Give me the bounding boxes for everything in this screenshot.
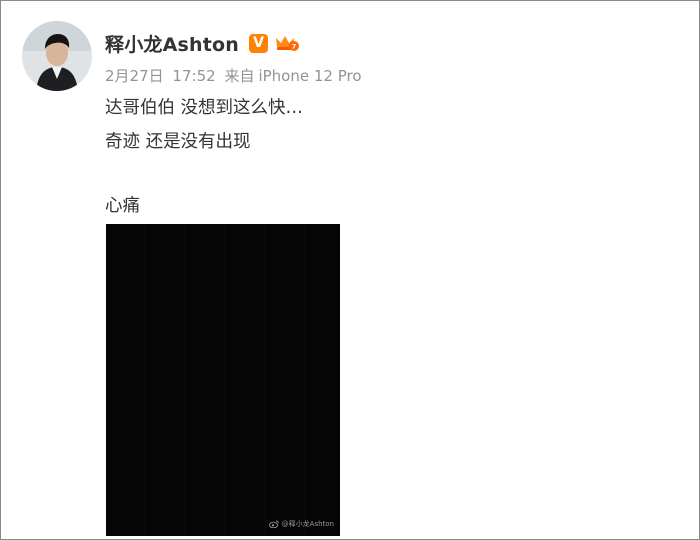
member-level-icon: 7 <box>274 34 300 52</box>
svg-text:7: 7 <box>292 43 297 51</box>
post-text: 达哥伯伯 没想到这么快… 奇迹 还是没有出现 心痛 <box>105 91 303 223</box>
watermark-text: @释小龙Ashton <box>281 520 334 528</box>
post-text-line: 达哥伯伯 没想到这么快… <box>105 98 304 118</box>
post-source-prefix: 来自 <box>224 67 255 85</box>
author-name[interactable]: 释小龙Ashton <box>105 30 239 57</box>
avatar-photo-icon <box>22 21 92 91</box>
post-time[interactable]: 17:52 <box>172 67 215 85</box>
image-texture <box>106 224 340 536</box>
post-text-line: 心痛 <box>105 196 140 216</box>
post-header: 释小龙Ashton V 7 <box>105 29 300 57</box>
post-image[interactable]: @释小龙Ashton <box>106 224 340 536</box>
image-watermark: @释小龙Ashton <box>268 519 334 529</box>
post-text-blank-line <box>105 159 303 189</box>
post-source-device[interactable]: iPhone 12 Pro <box>258 67 361 85</box>
avatar[interactable] <box>22 21 92 91</box>
post-meta: 2月27日 17:52 来自 iPhone 12 Pro <box>105 65 366 86</box>
weibo-logo-icon <box>268 520 279 528</box>
post-text-line: 奇迹 还是没有出现 <box>105 132 251 152</box>
post-date[interactable]: 2月27日 <box>105 67 164 85</box>
verified-badge-icon: V <box>249 33 269 53</box>
weibo-post: 释小龙Ashton V 7 2月27日 17:52 来自 iPhone 12 Pr… <box>0 0 700 540</box>
